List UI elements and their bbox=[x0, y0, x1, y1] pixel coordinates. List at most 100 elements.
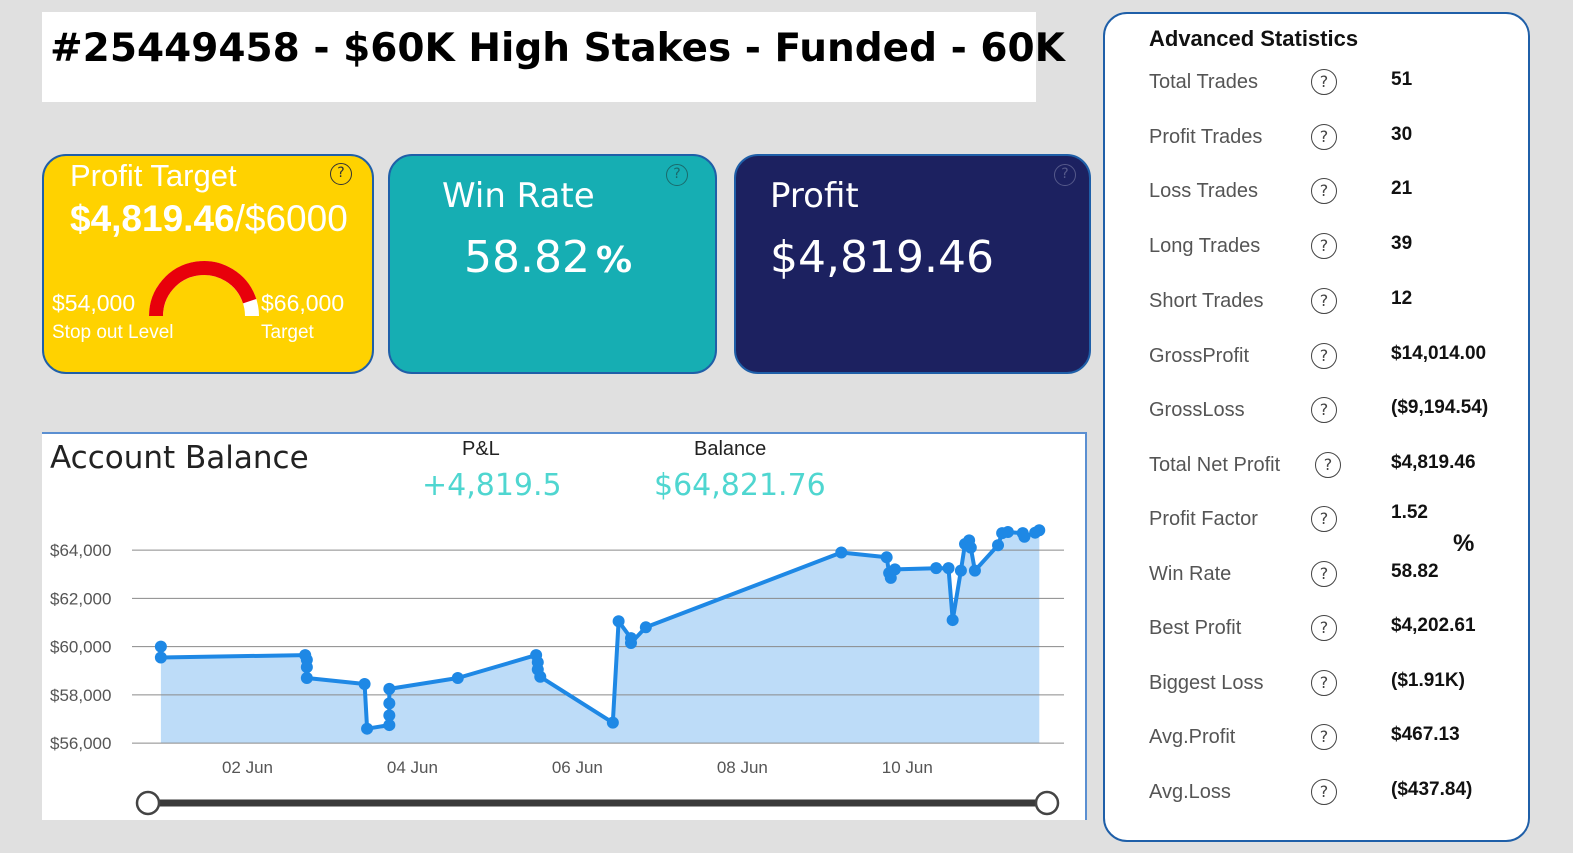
data-point[interactable] bbox=[946, 614, 959, 627]
stat-label: Total Net Profit bbox=[1149, 454, 1281, 476]
range-slider-handle-end[interactable] bbox=[1034, 790, 1060, 816]
data-point[interactable] bbox=[383, 697, 396, 710]
help-icon[interactable]: ? bbox=[1311, 178, 1337, 204]
x-tick-label: 08 Jun bbox=[717, 758, 768, 777]
stat-value: 58.82 bbox=[1391, 561, 1439, 582]
data-point[interactable] bbox=[1033, 524, 1046, 537]
stat-value: 21 bbox=[1391, 178, 1413, 199]
stat-row: Long Trades? 39 bbox=[1105, 233, 1505, 265]
stat-label: GrossLoss bbox=[1149, 399, 1245, 421]
gauge-fill bbox=[149, 261, 257, 317]
stop-out-value: $54,000 bbox=[52, 290, 136, 316]
help-icon[interactable]: ? bbox=[1311, 561, 1337, 587]
x-tick-label: 02 Jun bbox=[222, 758, 273, 777]
data-point[interactable] bbox=[639, 621, 652, 634]
profit-target-separator: / bbox=[234, 198, 245, 239]
data-point[interactable] bbox=[612, 615, 625, 628]
stat-label: Profit Factor bbox=[1149, 508, 1258, 530]
help-icon[interactable]: ? bbox=[1311, 615, 1337, 641]
help-icon[interactable]: ? bbox=[1311, 670, 1337, 696]
help-icon[interactable]: ? bbox=[1311, 397, 1337, 423]
y-tick-label: $64,000 bbox=[50, 541, 111, 560]
help-icon[interactable]: ? bbox=[666, 164, 688, 186]
profit-target-goal: $6000 bbox=[244, 198, 348, 239]
percent-sign: % bbox=[1453, 530, 1475, 557]
help-icon[interactable]: ? bbox=[1315, 452, 1341, 478]
y-tick-label: $56,000 bbox=[50, 734, 111, 753]
stat-label: Biggest Loss bbox=[1149, 672, 1264, 694]
data-point[interactable] bbox=[300, 661, 313, 674]
stat-label: Total Trades bbox=[1149, 71, 1258, 93]
data-point[interactable] bbox=[154, 640, 167, 653]
data-point[interactable] bbox=[451, 672, 464, 684]
help-icon[interactable]: ? bbox=[1311, 233, 1337, 259]
data-point[interactable] bbox=[1018, 530, 1031, 543]
data-point[interactable] bbox=[624, 637, 637, 649]
profit-target-title: Profit Target bbox=[70, 158, 237, 193]
data-point[interactable] bbox=[358, 678, 371, 691]
stat-row: Win Rate? 58.82 bbox=[1105, 561, 1505, 593]
help-icon[interactable]: ? bbox=[330, 163, 352, 185]
stat-value: $14,014.00 bbox=[1391, 343, 1487, 364]
stat-value: 1.52 bbox=[1391, 502, 1428, 523]
range-slider-handle-start[interactable] bbox=[135, 790, 161, 816]
title-bar: #25449458 - $60K High Stakes - Funded - … bbox=[42, 12, 1065, 102]
data-point[interactable] bbox=[930, 562, 943, 575]
help-icon[interactable]: ? bbox=[1311, 69, 1337, 95]
data-point[interactable] bbox=[992, 539, 1005, 552]
stat-value: 12 bbox=[1391, 288, 1413, 309]
data-point[interactable] bbox=[880, 551, 893, 564]
x-tick-label: 06 Jun bbox=[552, 758, 603, 777]
stat-value: $4,819.46 bbox=[1391, 452, 1476, 473]
data-point[interactable] bbox=[606, 716, 619, 729]
stat-label: Short Trades bbox=[1149, 290, 1264, 312]
data-point[interactable] bbox=[534, 670, 547, 683]
stat-value: ($1.91K) bbox=[1391, 670, 1465, 691]
data-point[interactable] bbox=[1001, 525, 1014, 538]
help-icon[interactable]: ? bbox=[1311, 779, 1337, 805]
stat-value: 39 bbox=[1391, 233, 1413, 254]
stat-value: $4,202.61 bbox=[1391, 615, 1476, 636]
account-balance-chart: $56,000 $58,000 $60,000 $62,000 $64,000 02 Ju… bbox=[50, 524, 1064, 816]
data-point[interactable] bbox=[383, 709, 396, 722]
help-icon[interactable]: ? bbox=[1311, 506, 1337, 532]
help-icon[interactable]: ? bbox=[1311, 724, 1337, 750]
stat-row: Avg.Loss? ($437.84) bbox=[1105, 779, 1505, 811]
stat-row: Best Profit? $4,202.61 bbox=[1105, 615, 1505, 647]
win-rate-title: Win Rate bbox=[442, 176, 595, 216]
stat-label: Win Rate bbox=[1149, 563, 1232, 585]
stat-row: Loss Trades? 21 bbox=[1105, 178, 1505, 210]
stat-row: GrossLoss? ($9,194.54) bbox=[1105, 397, 1505, 429]
data-point[interactable] bbox=[968, 564, 981, 577]
stat-label: Avg.Profit bbox=[1149, 726, 1236, 748]
page-title: #25449458 - $60K High Stakes - Funded - … bbox=[50, 26, 1065, 71]
profit-value: $4,819.46 bbox=[770, 232, 994, 283]
help-icon[interactable]: ? bbox=[1311, 343, 1337, 369]
stat-value: 30 bbox=[1391, 124, 1413, 145]
data-point[interactable] bbox=[942, 562, 955, 575]
stat-value: ($437.84) bbox=[1391, 779, 1473, 800]
stats-title: Advanced Statistics bbox=[1149, 26, 1359, 51]
stat-label: Loss Trades bbox=[1149, 180, 1258, 202]
data-point[interactable] bbox=[954, 564, 967, 577]
stat-row: Biggest Loss? ($1.91K) bbox=[1105, 670, 1505, 702]
win-rate-display: 58.82% bbox=[464, 232, 632, 283]
win-rate-value: 58.82 bbox=[464, 232, 590, 283]
stat-label: Profit Trades bbox=[1149, 126, 1263, 148]
data-point[interactable] bbox=[888, 563, 901, 576]
help-icon[interactable]: ? bbox=[1054, 164, 1076, 186]
help-icon[interactable]: ? bbox=[1311, 288, 1337, 314]
data-point[interactable] bbox=[154, 651, 167, 664]
account-balance-panel: Account Balance P&L +4,819.5 Balance $64… bbox=[42, 432, 1087, 820]
data-point[interactable] bbox=[835, 546, 848, 559]
y-tick-label: $60,000 bbox=[50, 638, 111, 657]
stat-label: GrossProfit bbox=[1149, 345, 1250, 367]
data-point[interactable] bbox=[300, 672, 313, 684]
data-point[interactable] bbox=[964, 541, 977, 554]
help-icon[interactable]: ? bbox=[1311, 124, 1337, 150]
data-point[interactable] bbox=[361, 722, 374, 735]
data-point[interactable] bbox=[383, 682, 396, 695]
target-label: Target bbox=[261, 322, 314, 343]
stat-label: Avg.Loss bbox=[1149, 781, 1231, 803]
advanced-statistics-panel: Advanced Statistics Total Trades? 51 Profi… bbox=[1103, 12, 1530, 842]
